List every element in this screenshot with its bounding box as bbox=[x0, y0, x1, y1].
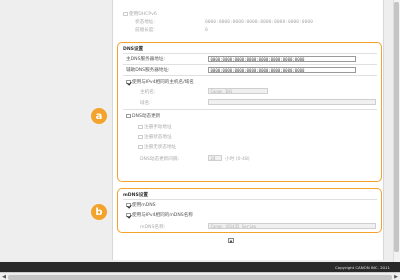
update-interval-unit: 小时 (0-48) bbox=[225, 157, 250, 162]
register-stateless-label: 注册无状态地址 bbox=[144, 145, 177, 150]
prefix-length-row: 前缀长度: 0 bbox=[135, 27, 208, 34]
dhcpv6-label: 使用DHCPv6 bbox=[129, 12, 157, 17]
copyright-text: Copyright CANON INC. 2011 bbox=[335, 264, 390, 270]
back-to-top-button[interactable]: ▲ bbox=[228, 238, 234, 243]
arrow-up-icon: ▲ bbox=[229, 239, 233, 243]
dhcpv6-row: 使用DHCPv6 bbox=[123, 11, 157, 17]
divider bbox=[123, 75, 377, 76]
use-mdns-checkbox[interactable] bbox=[126, 202, 131, 208]
register-stateless-checkbox[interactable] bbox=[138, 144, 143, 150]
stateful-address-label: 状态地址: bbox=[135, 20, 155, 25]
same-mdns-name-checkbox[interactable] bbox=[126, 212, 131, 218]
same-mdns-name-row: 使用与IPv4相同的mDNS名称 bbox=[126, 212, 193, 218]
dynamic-update-label: DNS动态更新 bbox=[132, 114, 161, 119]
divider bbox=[123, 199, 377, 200]
horizontal-scrollbar-thumb[interactable] bbox=[8, 274, 392, 280]
domain-name-row: 域名: bbox=[140, 100, 151, 106]
domain-name-label: 域名: bbox=[140, 101, 151, 106]
scroll-right-icon[interactable]: ▶ bbox=[392, 273, 400, 280]
primary-dns-row: 主DNS服务器地址: bbox=[126, 56, 208, 62]
update-interval-unit-row: 小时 (0-48) bbox=[225, 156, 250, 162]
callout-badge-b: b bbox=[91, 204, 107, 220]
page: 使用DHCPv6 状态地址: 0000:0000:0000:0000:0000:… bbox=[0, 0, 400, 280]
footer-bar: Copyright CANON INC. 2011 bbox=[0, 262, 400, 272]
dhcpv6-checkbox[interactable] bbox=[123, 11, 128, 17]
divider bbox=[123, 109, 377, 110]
update-interval-row: DNS动态更新间隔: bbox=[140, 156, 210, 162]
divider bbox=[123, 53, 377, 54]
secondary-dns-row: 辅助DNS服务器地址: bbox=[126, 67, 208, 73]
host-name-row: 主机名: bbox=[140, 89, 155, 95]
primary-dns-label: 主DNS服务器地址: bbox=[126, 57, 166, 62]
register-manual-checkbox[interactable] bbox=[138, 124, 143, 130]
primary-dns-input[interactable]: 0000:0000:0000:0000:0000:0000:0000:0000 bbox=[208, 56, 356, 62]
dynamic-update-checkbox[interactable] bbox=[126, 113, 131, 119]
vertical-scrollbar-thumb[interactable] bbox=[394, 2, 399, 252]
use-mdns-label: 使用mDNS bbox=[132, 203, 156, 208]
update-interval-label: DNS动态更新间隔: bbox=[140, 157, 180, 162]
same-host-checkbox[interactable] bbox=[126, 79, 131, 85]
host-name-input[interactable]: Canon 1H1 bbox=[208, 88, 268, 94]
register-stateful-row: 注册状态地址 bbox=[138, 134, 172, 140]
dns-settings-title: DNS设置 bbox=[123, 47, 144, 52]
mdns-name-label: mDNS名称: bbox=[140, 225, 166, 230]
secondary-dns-input[interactable]: 0000:0000:0000:0000:0000:0000:0000:0000 bbox=[208, 67, 356, 73]
use-mdns-row: 使用mDNS bbox=[126, 202, 156, 208]
dynamic-update-row: DNS动态更新 bbox=[126, 113, 160, 119]
same-mdns-name-label: 使用与IPv4相同的mDNS名称 bbox=[132, 213, 193, 218]
register-stateless-row: 注册无状态地址 bbox=[138, 144, 176, 150]
register-stateful-checkbox[interactable] bbox=[138, 134, 143, 140]
dns-settings-section: DNS设置 主DNS服务器地址: 0000:0000:0000:0000:000… bbox=[117, 42, 382, 182]
register-manual-row: 注册手动地址 bbox=[138, 124, 172, 130]
mdns-settings-section: mDNS设置 使用mDNS 使用与IPv4相同的mDNS名称 mDNS名称: C… bbox=[117, 188, 382, 233]
register-stateful-label: 注册状态地址 bbox=[144, 135, 172, 140]
register-manual-label: 注册手动地址 bbox=[144, 125, 172, 130]
divider bbox=[123, 64, 377, 65]
prefix-length-value: 0 bbox=[205, 27, 208, 33]
stateful-address-row: 状态地址: 0000:0000:0000:0000:0000:0000:0000… bbox=[135, 19, 313, 26]
update-interval-input[interactable]: 24 bbox=[208, 155, 222, 161]
horizontal-scrollbar[interactable]: ◀ ▶ bbox=[0, 272, 400, 280]
callout-badge-a: a bbox=[91, 108, 107, 124]
scroll-left-icon[interactable]: ◀ bbox=[0, 273, 8, 280]
mdns-name-row: mDNS名称: bbox=[140, 224, 165, 230]
host-name-label: 主机名: bbox=[140, 90, 156, 95]
domain-name-input[interactable] bbox=[208, 99, 376, 105]
stateful-address-value: 0000:0000:0000:0000:0000:0000:0000:0000 bbox=[205, 19, 313, 25]
secondary-dns-label: 辅助DNS服务器地址: bbox=[126, 68, 170, 73]
vertical-scrollbar[interactable] bbox=[393, 0, 400, 262]
prefix-length-label: 前缀长度: bbox=[135, 28, 155, 33]
settings-panel: 使用DHCPv6 状态地址: 0000:0000:0000:0000:0000:… bbox=[112, 0, 384, 260]
same-host-label: 使用与IPv4相同的主机名/域名 bbox=[132, 80, 194, 85]
mdns-settings-title: mDNS设置 bbox=[123, 193, 148, 198]
mdns-name-input[interactable]: Canon iR1435 Series bbox=[208, 223, 376, 229]
same-host-row: 使用与IPv4相同的主机名/域名 bbox=[126, 79, 194, 85]
